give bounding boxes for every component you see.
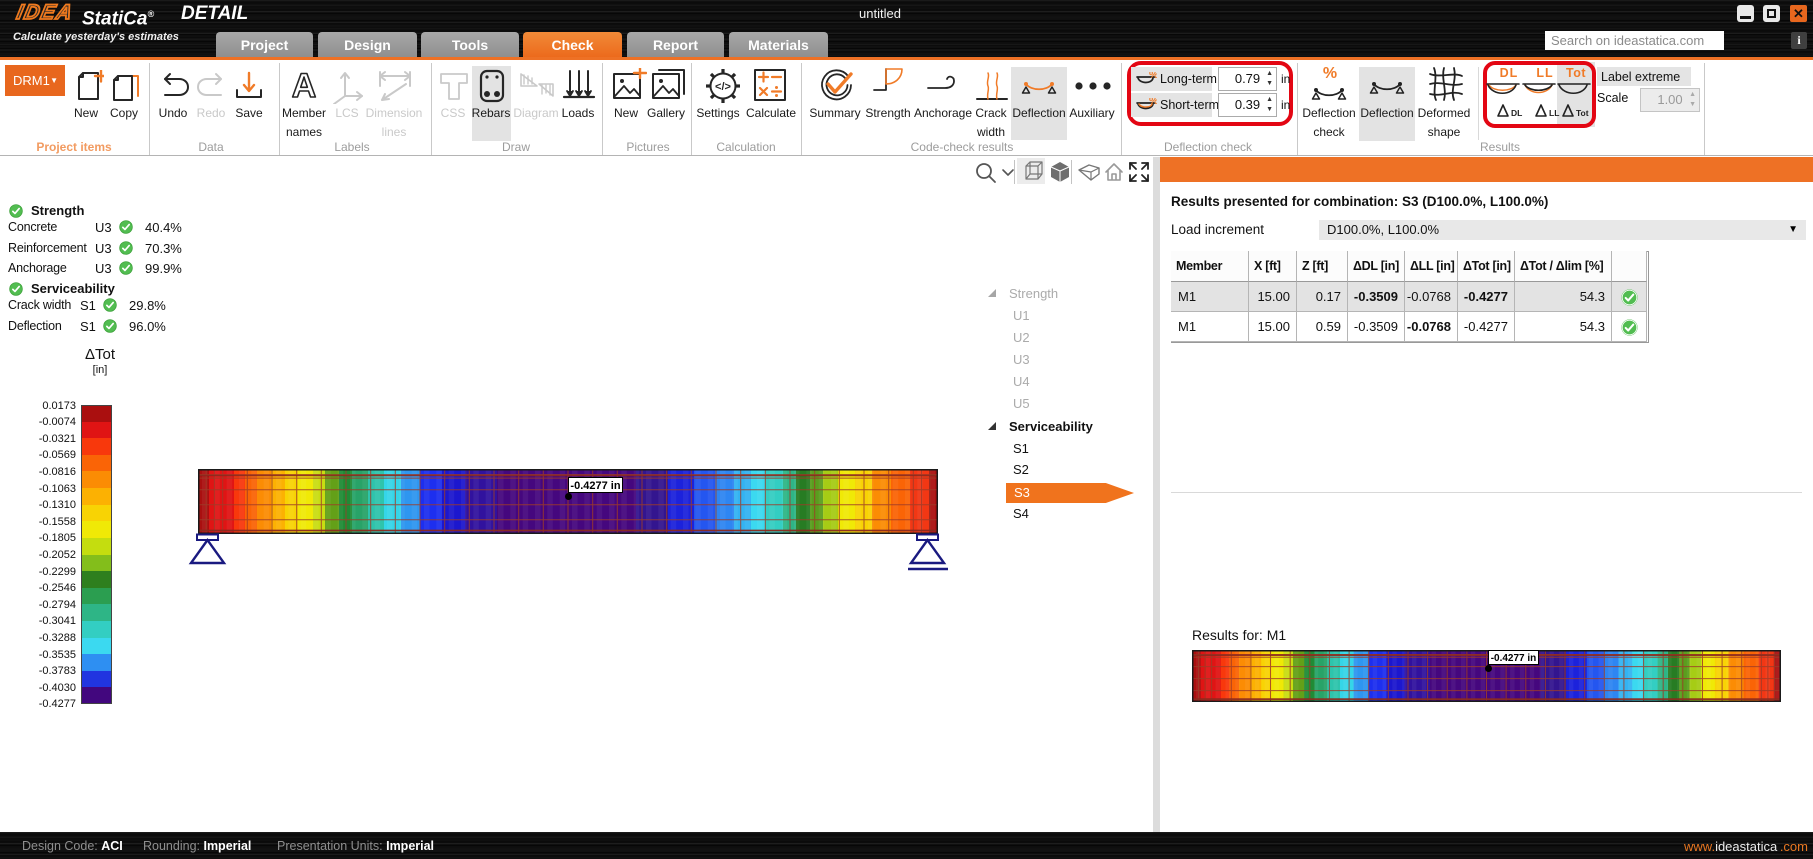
svg-text:%: % bbox=[1149, 98, 1157, 107]
svg-text:LL: LL bbox=[1549, 108, 1559, 118]
svg-text:A: A bbox=[292, 68, 317, 102]
svg-text:%: % bbox=[1149, 72, 1157, 81]
svg-text:</>: </> bbox=[715, 81, 731, 93]
svg-text:%: % bbox=[1323, 66, 1337, 82]
svg-text:Tot: Tot bbox=[1576, 108, 1589, 118]
svg-text:DL: DL bbox=[1511, 108, 1522, 118]
